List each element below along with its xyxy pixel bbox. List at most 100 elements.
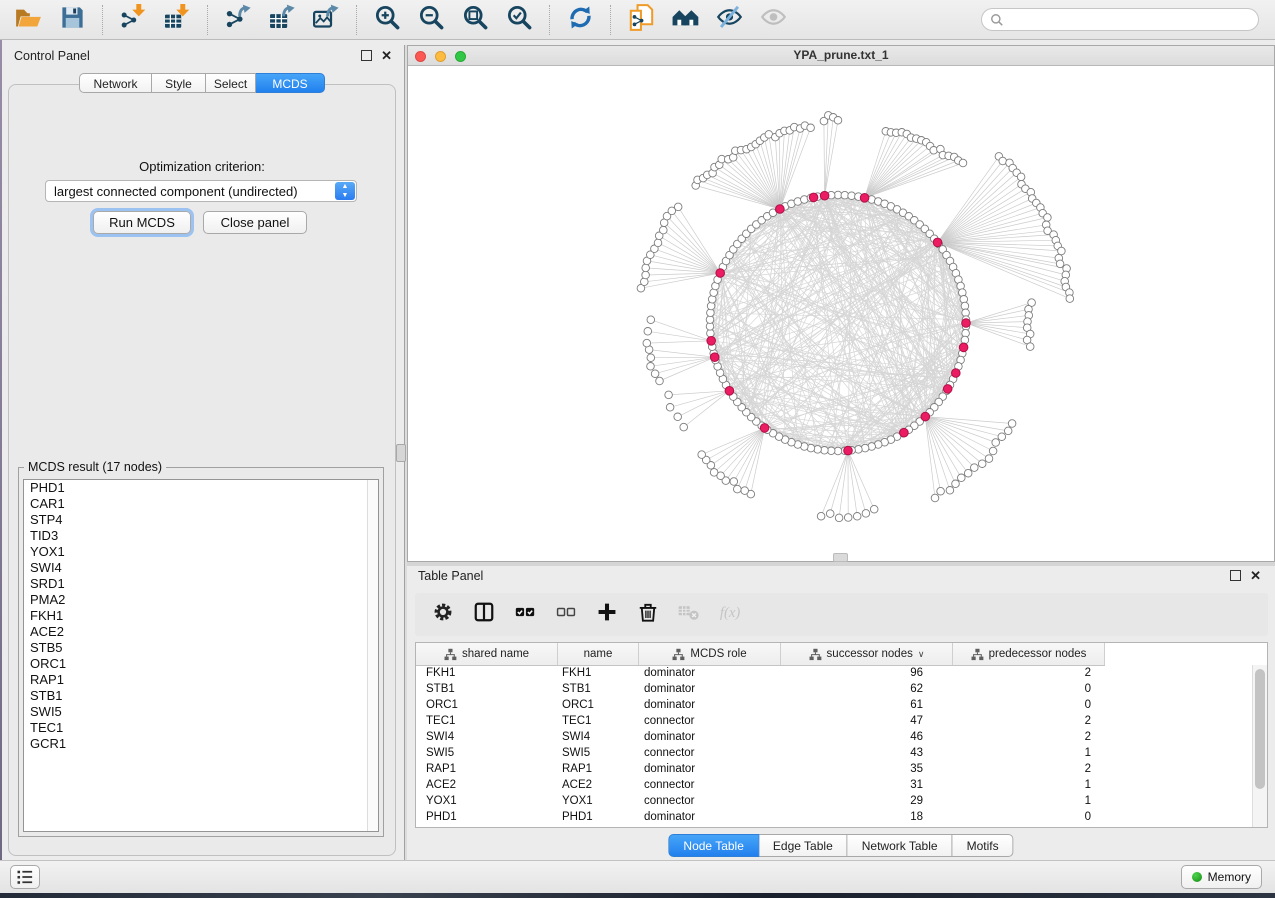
mcds-result-item[interactable]: CAR1 <box>24 496 378 512</box>
table-cell[interactable]: YOX1 <box>416 793 558 809</box>
table-cell[interactable]: ORC1 <box>558 697 639 713</box>
network-node[interactable] <box>647 354 655 362</box>
table-cell[interactable]: STB1 <box>416 681 558 697</box>
float-panel-icon[interactable] <box>1230 570 1241 581</box>
network-node[interactable] <box>666 404 674 412</box>
tab-mcds[interactable]: MCDS <box>256 73 325 93</box>
tab-select[interactable]: Select <box>206 73 256 93</box>
network-node[interactable] <box>698 451 706 459</box>
network-node[interactable] <box>674 413 682 421</box>
network-node[interactable] <box>674 203 682 211</box>
network-node[interactable] <box>834 117 842 125</box>
toggle-columns-button[interactable] <box>472 603 496 627</box>
table-row[interactable]: YOX1YOX1connector291 <box>416 793 1253 809</box>
column-header-successor-nodes[interactable]: successor nodes∨ <box>781 643 953 665</box>
table-row[interactable]: ACE2ACE2connector311 <box>416 777 1253 793</box>
new-network-from-selection-button[interactable] <box>625 4 657 36</box>
network-node[interactable] <box>734 485 742 493</box>
table-cell[interactable]: 1 <box>953 777 1105 793</box>
show-panels-list-button[interactable] <box>10 865 40 889</box>
table-cell[interactable]: 1 <box>953 793 1105 809</box>
close-panel-button[interactable]: Close panel <box>203 211 307 234</box>
mcds-hub-node[interactable] <box>707 337 716 346</box>
table-cell[interactable]: 0 <box>953 809 1105 825</box>
table-cell[interactable]: TEC1 <box>558 713 639 729</box>
mcds-hub-node[interactable] <box>860 194 869 203</box>
scrollbar-thumb[interactable] <box>1255 669 1265 789</box>
mcds-hub-node[interactable] <box>921 412 930 421</box>
mcds-result-item[interactable]: TID3 <box>24 528 378 544</box>
mcds-hub-node[interactable] <box>820 191 829 200</box>
table-cell[interactable]: STB1 <box>558 681 639 697</box>
network-node[interactable] <box>642 271 650 279</box>
table-row[interactable]: RAP1RAP1dominator352 <box>416 761 1253 777</box>
create-column-button[interactable] <box>595 603 619 627</box>
table-cell[interactable]: 61 <box>781 697 953 713</box>
table-cell[interactable]: 29 <box>781 793 953 809</box>
import-network-button[interactable] <box>117 4 149 36</box>
network-node[interactable] <box>1004 427 1012 435</box>
column-header-shared-name[interactable]: shared name <box>416 643 558 665</box>
column-header-predecessor-nodes[interactable]: predecessor nodes <box>953 643 1105 665</box>
table-cell[interactable]: 96 <box>781 665 953 681</box>
table-cell[interactable]: ACE2 <box>416 777 558 793</box>
network-node[interactable] <box>643 339 651 347</box>
network-node[interactable] <box>651 370 659 378</box>
search-field[interactable] <box>981 8 1259 31</box>
show-all-button[interactable] <box>669 4 701 36</box>
network-node[interactable] <box>1017 173 1025 181</box>
tab-network-table[interactable]: Network Table <box>848 834 953 857</box>
network-node[interactable] <box>958 474 966 482</box>
network-canvas[interactable] <box>408 65 1274 566</box>
function-builder-button[interactable]: f(x) <box>718 603 742 627</box>
column-header-MCDS-role[interactable]: MCDS role <box>639 643 781 665</box>
network-node[interactable] <box>710 469 718 477</box>
network-node[interactable] <box>642 264 650 272</box>
network-node[interactable] <box>1026 343 1034 351</box>
zoom-out-button[interactable] <box>415 4 447 36</box>
delete-columns-button[interactable] <box>636 603 660 627</box>
mcds-result-item[interactable]: FKH1 <box>24 608 378 624</box>
network-window-titlebar[interactable]: YPA_prune.txt_1 <box>408 46 1274 66</box>
network-node[interactable] <box>946 487 954 495</box>
export-network-button[interactable] <box>222 4 254 36</box>
tab-edge-table[interactable]: Edge Table <box>759 834 848 857</box>
network-node[interactable] <box>870 505 878 513</box>
table-cell[interactable]: connector <box>639 745 781 761</box>
network-node[interactable] <box>817 512 825 520</box>
network-node[interactable] <box>959 159 967 167</box>
table-cell[interactable]: SWI5 <box>416 745 558 761</box>
table-cell[interactable]: ORC1 <box>416 697 558 713</box>
table-cell[interactable]: dominator <box>639 697 781 713</box>
table-cell[interactable]: RAP1 <box>558 761 639 777</box>
network-node[interactable] <box>654 239 662 247</box>
table-cell[interactable]: TEC1 <box>416 713 558 729</box>
network-node[interactable] <box>952 480 960 488</box>
table-row[interactable]: STB1STB1dominator620 <box>416 681 1253 697</box>
zoom-fit-button[interactable] <box>459 4 491 36</box>
network-node[interactable] <box>741 487 749 495</box>
search-input[interactable] <box>1009 12 1258 28</box>
table-cell[interactable]: dominator <box>639 681 781 697</box>
network-node[interactable] <box>853 513 861 521</box>
delete-table-button[interactable] <box>677 603 701 627</box>
mcds-hub-node[interactable] <box>844 446 853 455</box>
network-node[interactable] <box>937 487 945 495</box>
network-node[interactable] <box>660 226 668 234</box>
table-cell[interactable]: PHD1 <box>416 809 558 825</box>
network-node[interactable] <box>680 423 688 431</box>
memory-button[interactable]: Memory <box>1181 865 1262 889</box>
table-cell[interactable]: connector <box>639 777 781 793</box>
table-cell[interactable]: 0 <box>953 697 1105 713</box>
export-table-button[interactable] <box>266 4 298 36</box>
table-cell[interactable]: 2 <box>953 665 1105 681</box>
mcds-result-item[interactable]: YOX1 <box>24 544 378 560</box>
table-cell[interactable]: FKH1 <box>416 665 558 681</box>
table-cell[interactable]: dominator <box>639 761 781 777</box>
network-node[interactable] <box>641 278 649 286</box>
close-panel-icon[interactable]: ✕ <box>381 51 392 60</box>
table-cell[interactable]: 47 <box>781 713 953 729</box>
network-node[interactable] <box>971 464 979 472</box>
table-cell[interactable]: 62 <box>781 681 953 697</box>
table-cell[interactable]: ACE2 <box>558 777 639 793</box>
